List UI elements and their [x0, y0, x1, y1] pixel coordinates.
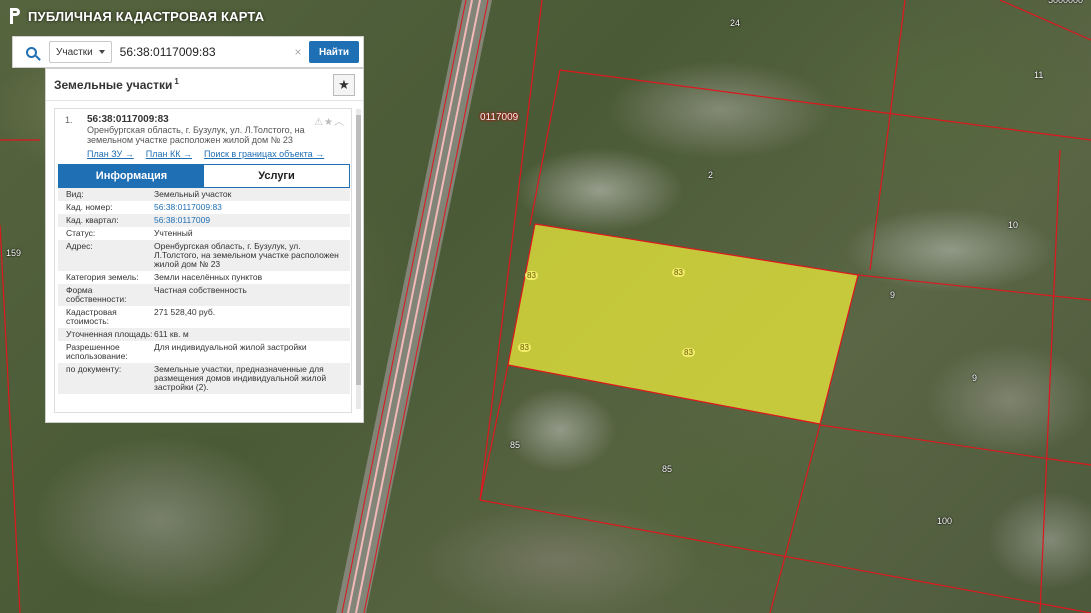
property-key: Разрешенное использование:	[66, 342, 128, 361]
clear-icon[interactable]: ×	[291, 45, 305, 59]
app-title: ПУБЛИЧНАЯ КАДАСТРОВАЯ КАРТА	[28, 8, 265, 24]
favorites-button[interactable]: ★	[333, 73, 355, 96]
parcel-label: 100	[937, 516, 953, 526]
quarter-link[interactable]: 56:38:0117009	[154, 216, 350, 225]
parcel-label: 9	[890, 290, 896, 300]
result-card: 1. 56:38:0117009:83 Оренбургская область…	[54, 108, 352, 413]
parcel-label: 2	[708, 170, 714, 180]
property-key: Адрес:	[66, 241, 93, 251]
result-tabs: Информация Услуги	[58, 164, 350, 188]
panel-scrollbar[interactable]	[356, 109, 361, 409]
result-index: 1.	[65, 115, 73, 125]
properties-table: Вид: Земельный участок Кад. номер: 56:38:0…	[58, 188, 350, 394]
property-value: Для индивидуальной жилой застройки	[154, 342, 307, 352]
results-panel: Земельные участки 1 ★ 1. 56:38:0117009:83…	[45, 68, 364, 423]
search-icon[interactable]	[17, 38, 45, 66]
search-in-bounds-link[interactable]: Поиск в границах объекта →	[204, 149, 324, 159]
property-key: Статус:	[66, 228, 96, 238]
property-row: Разрешенное использование: Для индивидуал…	[58, 341, 350, 363]
plan-zu-link[interactable]: План ЗУ →	[87, 149, 134, 159]
parcel-label: 159	[6, 248, 22, 258]
cadnum-link[interactable]: 56:38:0117009:83	[154, 203, 350, 212]
parcel-label: 85	[662, 464, 673, 474]
property-key: Категория земель:	[66, 272, 139, 282]
property-key: Уточненная площадь:	[66, 329, 153, 339]
tab-info[interactable]: Информация	[59, 165, 204, 187]
property-value: Оренбургская область, г. Бузулук, ул. Л.…	[154, 241, 339, 269]
app-brand[interactable]: ПУБЛИЧНАЯ КАДАСТРОВАЯ КАРТА	[10, 8, 264, 24]
panel-title-text: Земельные участки	[54, 78, 173, 92]
property-key: по документу:	[66, 364, 122, 374]
search-bar: Участки × Найти	[12, 36, 364, 68]
property-value: Учтенный	[154, 228, 193, 238]
road-edge	[363, 0, 489, 613]
highlighted-parcel	[507, 223, 859, 425]
property-value: 271 528,40 руб.	[154, 307, 216, 317]
road-boundary-left	[347, 0, 473, 613]
result-links: План ЗУ → План КК → Поиск в границах объ…	[55, 145, 351, 159]
parcel-label: 10	[1008, 220, 1019, 230]
parcel-label: 85	[510, 440, 521, 450]
property-value: Земельные участки, предназначенные для р…	[154, 364, 327, 392]
property-value: Частная собственность	[154, 285, 247, 295]
logo-icon	[10, 8, 22, 24]
find-button[interactable]: Найти	[309, 41, 359, 63]
parcel-label: 9	[972, 373, 978, 383]
highlight-label: 83	[525, 271, 538, 280]
road-boundary-right	[355, 0, 481, 613]
result-actions-icon[interactable]: ⚠★︿	[314, 113, 345, 128]
search-input[interactable]	[115, 41, 288, 63]
property-row: Кадастровая стоимость: 271 528,40 руб.	[58, 306, 350, 328]
property-key: Вид:	[66, 189, 84, 199]
quarter-label: 0117009	[480, 112, 519, 123]
plan-kk-link[interactable]: План КК →	[146, 149, 192, 159]
highlight-label: 83	[682, 348, 695, 357]
property-key: Кадастровая стоимость:	[66, 307, 117, 326]
highlight-label: 83	[672, 268, 685, 277]
property-key: Кад. номер:	[66, 202, 113, 212]
property-value: Земельный участок	[154, 189, 232, 199]
property-row: по документу: Земельные участки, предназн…	[58, 363, 350, 394]
property-row: Вид: Земельный участок	[58, 188, 350, 201]
tab-services[interactable]: Услуги	[204, 165, 349, 187]
property-row: Форма собственности: Частная собственност…	[58, 284, 350, 306]
property-row: Кад. номер: 56:38:0117009:83	[58, 201, 350, 214]
property-key: Кад. квартал:	[66, 215, 119, 225]
parcel-label: 5000000	[1048, 0, 1084, 5]
parcel-label: 11	[1034, 70, 1044, 80]
star-icon: ★	[338, 76, 350, 92]
highlight-label: 83	[518, 343, 531, 352]
parcel-label: 24	[730, 18, 741, 28]
panel-header: Земельные участки 1 ★	[46, 69, 363, 101]
property-key: Форма собственности:	[66, 285, 127, 304]
property-value: 611 кв. м	[154, 329, 189, 339]
property-row: Уточненная площадь: 611 кв. м	[58, 328, 350, 341]
panel-title: Земельные участки 1	[54, 77, 179, 92]
property-value: Земли населённых пунктов	[154, 272, 263, 282]
property-row: Адрес: Оренбургская область, г. Бузулук, …	[58, 240, 350, 271]
category-select[interactable]: Участки	[49, 41, 112, 63]
scrollbar-thumb[interactable]	[356, 115, 361, 385]
category-select-value: Участки	[56, 46, 93, 58]
result-count: 1	[174, 77, 179, 86]
chevron-down-icon	[98, 50, 105, 54]
property-row: Статус: Учтенный	[58, 227, 350, 240]
result-cadnum[interactable]: 56:38:0117009:83	[87, 114, 345, 125]
property-row: Кад. квартал: 56:38:0117009	[58, 214, 350, 227]
result-address: Оренбургская область, г. Бузулук, ул. Л.…	[87, 125, 305, 145]
property-row: Категория земель: Земли населённых пункто…	[58, 271, 350, 284]
